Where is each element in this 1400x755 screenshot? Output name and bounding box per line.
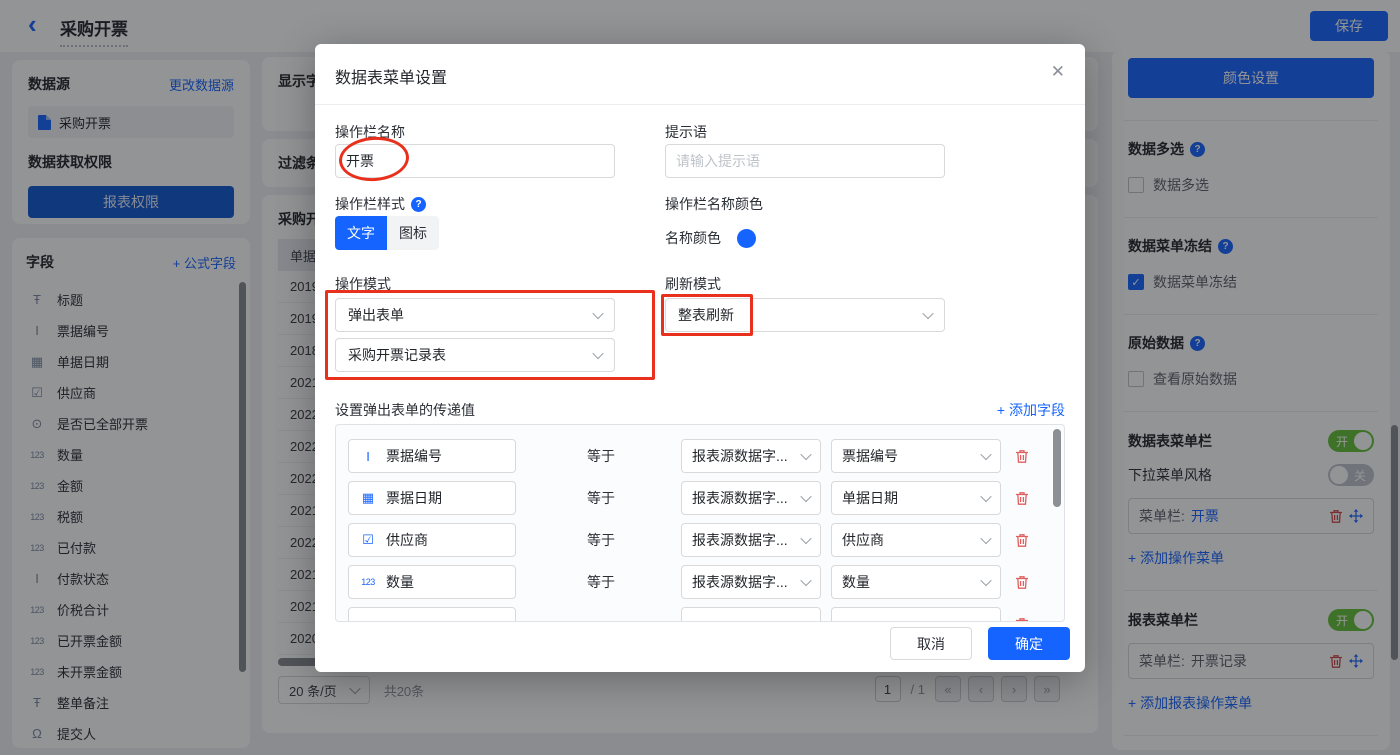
chevron-down-icon: [980, 616, 992, 621]
source-type-select[interactable]: 报表源数据字...: [681, 565, 821, 599]
source-type-value: 报表源数据字...: [692, 574, 788, 590]
text-icon: I: [366, 448, 370, 464]
confirm-button[interactable]: 确定: [988, 627, 1070, 660]
action-name-label: 操作栏名称: [335, 124, 405, 140]
number-icon: 123: [361, 577, 375, 587]
chevron-down-icon: [800, 448, 812, 461]
name-color-label: 操作栏名称颜色: [665, 196, 763, 212]
source-type-select[interactable]: 报表源数据字...: [681, 523, 821, 557]
cancel-button[interactable]: 取消: [890, 627, 972, 660]
action-name-input[interactable]: [335, 144, 615, 178]
source-type-select[interactable]: 报表源数据字...: [681, 481, 821, 515]
chevron-down-icon: [800, 532, 812, 545]
date-icon: ▦: [361, 490, 375, 505]
transfer-scrollbar[interactable]: [1053, 429, 1061, 507]
divider: [315, 104, 1085, 105]
delete-icon[interactable]: [1015, 617, 1029, 621]
transfer-field-box[interactable]: I 票据编号: [348, 439, 516, 473]
source-field-select[interactable]: 数量: [831, 565, 1001, 599]
form-select[interactable]: 采购开票记录表: [335, 338, 615, 372]
form-select-value: 采购开票记录表: [348, 347, 446, 363]
source-type-select[interactable]: 报表源数据字...: [681, 439, 821, 473]
style-segmented-control: 文字 图标: [335, 216, 439, 250]
source-field-value: 单据日期: [842, 490, 898, 506]
chevron-down-icon: [980, 532, 992, 545]
transfer-row: 123 数量 等于 报表源数据字... 数量: [348, 565, 1064, 599]
transfer-field-label: 供应商: [386, 532, 428, 548]
source-field-value: 供应商: [842, 532, 884, 548]
color-swatch[interactable]: [737, 228, 756, 248]
source-field-select[interactable]: 票据编号: [831, 439, 1001, 473]
chevron-down-icon: [922, 307, 934, 320]
refresh-select-value: 整表刷新: [678, 307, 734, 323]
transfer-field-box[interactable]: [348, 607, 516, 621]
tip-input[interactable]: [665, 144, 945, 178]
operator-label: 等于: [587, 448, 615, 464]
chevron-down-icon: [980, 574, 992, 587]
delete-icon[interactable]: [1015, 491, 1029, 506]
mode-label: 操作模式: [335, 276, 391, 292]
delete-icon[interactable]: [1015, 449, 1029, 464]
help-icon[interactable]: ?: [411, 196, 426, 212]
refresh-select[interactable]: 整表刷新: [665, 298, 945, 332]
add-field-link[interactable]: + 添加字段: [997, 400, 1065, 420]
delete-icon[interactable]: [1015, 533, 1029, 548]
chevron-down-icon: [980, 448, 992, 461]
transfer-field-label: 票据日期: [386, 490, 442, 506]
chevron-down-icon: [800, 574, 812, 587]
source-field-value: 票据编号: [842, 448, 898, 464]
source-type-value: 报表源数据字...: [692, 532, 788, 548]
tab-icon-style[interactable]: 图标: [387, 216, 439, 250]
transfer-row: I 票据编号 等于 报表源数据字... 票据编号: [348, 439, 1064, 473]
source-type-value: 报表源数据字...: [692, 448, 788, 464]
style-label: 操作栏样式 ?: [335, 194, 426, 214]
source-field-value: 数量: [842, 574, 870, 590]
operator-label: 等于: [587, 490, 615, 506]
close-icon[interactable]: ✕: [1051, 62, 1065, 82]
operator-label: 等于: [587, 532, 615, 548]
name-color-text: 名称颜色: [665, 230, 721, 246]
chevron-down-icon: [800, 616, 812, 621]
tip-label: 提示语: [665, 124, 707, 140]
transfer-label: 设置弹出表单的传递值: [335, 402, 475, 418]
style-label-text: 操作栏样式: [335, 196, 405, 212]
mode-select-value: 弹出表单: [348, 307, 404, 323]
chevron-down-icon: [592, 307, 604, 320]
source-type-value: 报表源数据字...: [692, 490, 788, 506]
transfer-values-container: I 票据编号 等于 报表源数据字... 票据编号 ▦ 票据日期 等于 报表源数据字... 单据日期…: [335, 424, 1065, 622]
source-type-select[interactable]: [681, 607, 821, 621]
source-field-select[interactable]: 供应商: [831, 523, 1001, 557]
transfer-field-box[interactable]: ▦ 票据日期: [348, 481, 516, 515]
chevron-down-icon: [980, 490, 992, 503]
transfer-row: ▦ 票据日期 等于 报表源数据字... 单据日期: [348, 481, 1064, 515]
chevron-down-icon: [592, 347, 604, 360]
mode-select[interactable]: 弹出表单: [335, 298, 615, 332]
transfer-row: [348, 607, 1064, 621]
transfer-field-box[interactable]: 123 数量: [348, 565, 516, 599]
transfer-field-label: 票据编号: [386, 448, 442, 464]
refresh-label: 刷新模式: [665, 276, 721, 292]
source-field-select[interactable]: [831, 607, 1001, 621]
tab-text-style[interactable]: 文字: [335, 216, 387, 250]
dialog-title: 数据表菜单设置: [335, 70, 448, 87]
transfer-field-label: 数量: [386, 574, 414, 590]
source-field-select[interactable]: 单据日期: [831, 481, 1001, 515]
delete-icon[interactable]: [1015, 575, 1029, 590]
datatable-menu-settings-dialog: 数据表菜单设置 ✕ 操作栏名称 提示语 操作栏样式 ? 文字 图标 操作栏名称颜…: [315, 44, 1085, 672]
transfer-row: ☑ 供应商 等于 报表源数据字... 供应商: [348, 523, 1064, 557]
operator-label: 等于: [587, 574, 615, 590]
transfer-field-box[interactable]: ☑ 供应商: [348, 523, 516, 557]
chevron-down-icon: [800, 490, 812, 503]
select-icon: ☑: [362, 532, 374, 547]
